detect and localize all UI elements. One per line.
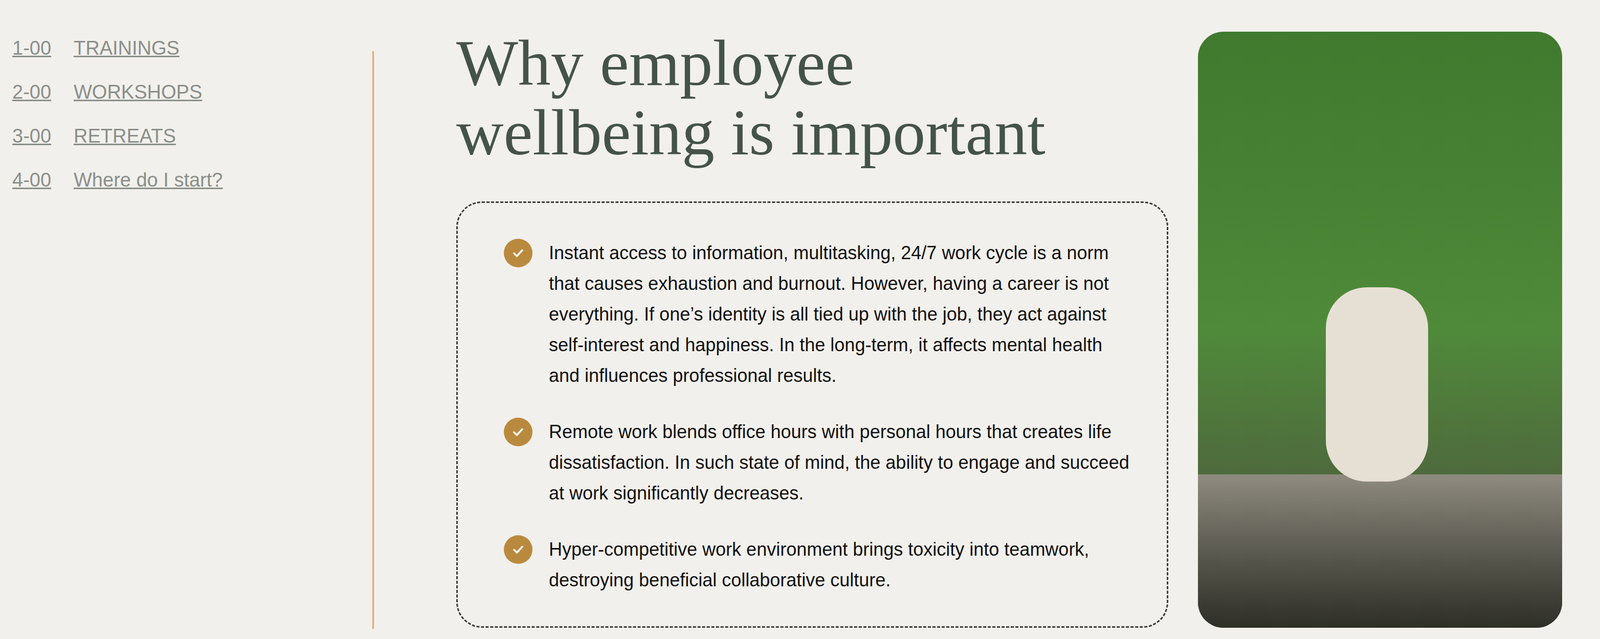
nav-label: TRAININGS bbox=[73, 35, 180, 61]
nav-label: RETREATS bbox=[73, 123, 176, 149]
reason-item: Instant access to information, multitask… bbox=[503, 237, 1137, 392]
nav-number: 3-00 bbox=[12, 123, 74, 149]
check-icon bbox=[503, 535, 533, 565]
reason-text: Instant access to information, multitask… bbox=[548, 237, 1137, 392]
nav-number: 1-00 bbox=[12, 35, 74, 61]
nav-item[interactable]: 1-00TRAININGS bbox=[12, 35, 373, 61]
reason-text: Remote work blends office hours with per… bbox=[548, 416, 1137, 509]
reasons-box: Instant access to information, multitask… bbox=[456, 201, 1169, 629]
divider-line bbox=[372, 51, 374, 630]
content: Why employeewellbeing is important Instan… bbox=[456, 0, 1169, 639]
nav-item[interactable]: 2-00WORKSHOPS bbox=[12, 79, 373, 105]
heading: Why employeewellbeing is important bbox=[456, 28, 1169, 168]
nav-number: 2-00 bbox=[12, 79, 74, 105]
nav-item[interactable]: 3-00RETREATS bbox=[12, 123, 373, 149]
nav-label: WORKSHOPS bbox=[73, 79, 203, 105]
reason-item: Hyper-competitive work environment bring… bbox=[503, 534, 1137, 596]
page: 1-00TRAININGS 2-00WORKSHOPS 3-00RETREATS 4-… bbox=[0, 0, 1600, 639]
side-nav: 1-00TRAININGS 2-00WORKSHOPS 3-00RETREATS 4-… bbox=[0, 0, 373, 639]
nav-item[interactable]: 4-00Where do I start? bbox=[12, 167, 373, 193]
nav-label: Where do I start? bbox=[73, 167, 223, 193]
check-icon bbox=[503, 417, 533, 447]
check-icon bbox=[503, 238, 533, 268]
photo bbox=[1197, 31, 1563, 629]
reason-item: Remote work blends office hours with per… bbox=[503, 416, 1137, 509]
nav-number: 4-00 bbox=[12, 167, 74, 193]
reason-text: Hyper-competitive work environment bring… bbox=[548, 534, 1137, 596]
